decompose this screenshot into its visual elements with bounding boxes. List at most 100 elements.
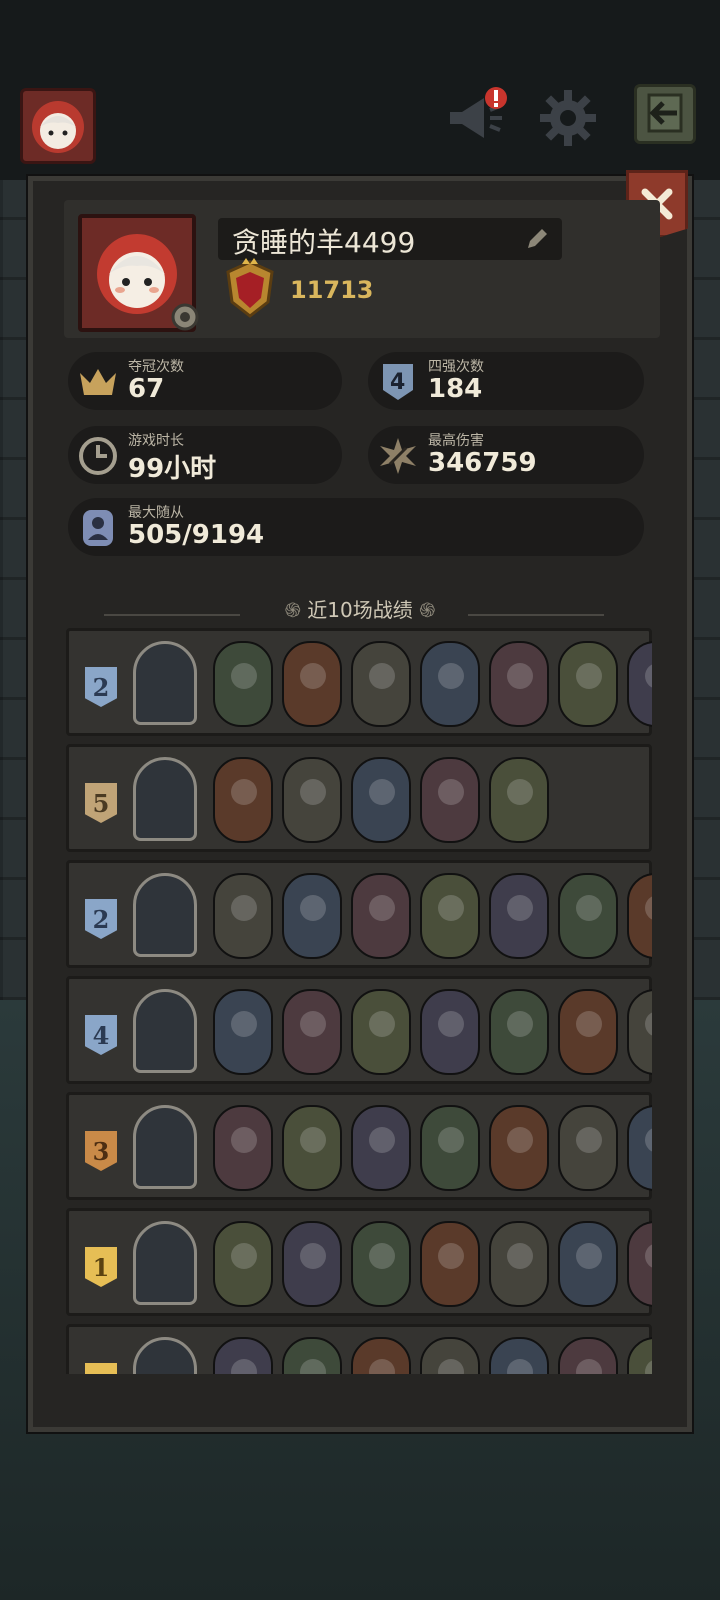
stat-value: 184 <box>428 374 483 404</box>
minion-card[interactable] <box>489 989 549 1075</box>
match-row[interactable]: 2 <box>66 860 652 968</box>
stat-label: 最大随从 <box>128 505 184 521</box>
minion-card[interactable] <box>282 757 342 843</box>
minion-card[interactable] <box>627 1221 652 1307</box>
minion-card[interactable] <box>558 1221 618 1307</box>
stat-label: 最高伤害 <box>428 433 484 449</box>
megaphone-icon <box>450 87 507 138</box>
exit-button[interactable] <box>634 84 696 144</box>
stat-label: 游戏时长 <box>128 433 184 449</box>
match-row[interactable]: 1 <box>66 1208 652 1316</box>
placement-badge: 1 <box>85 1247 117 1287</box>
match-row[interactable] <box>66 1324 652 1374</box>
match-row[interactable]: 5 <box>66 744 652 852</box>
top4-shield-icon: 4 <box>376 360 420 404</box>
stat-playtime: 游戏时长 99小时 <box>68 426 342 484</box>
minion-card[interactable] <box>213 1105 273 1191</box>
minion-card[interactable] <box>420 1105 480 1191</box>
minion-card[interactable] <box>351 1221 411 1307</box>
minion-card[interactable] <box>213 757 273 843</box>
minion-card[interactable] <box>213 1337 273 1374</box>
minion-card[interactable] <box>558 1337 618 1374</box>
top-avatar-button[interactable] <box>20 88 96 164</box>
minion-card[interactable] <box>420 641 480 727</box>
placement-badge: 5 <box>85 783 117 823</box>
minion-card[interactable] <box>627 989 652 1075</box>
announcement-button[interactable] <box>444 86 508 150</box>
stat-max-minions: 最大随从 505/9194 <box>68 498 644 556</box>
edit-name-button[interactable] <box>524 226 550 256</box>
minion-card[interactable] <box>558 1105 618 1191</box>
minion-card[interactable] <box>558 641 618 727</box>
minion-card[interactable] <box>627 1337 652 1374</box>
stat-value: 99小时 <box>128 454 217 484</box>
minion-card[interactable] <box>627 1105 652 1191</box>
player-name: 贪睡的羊4499 <box>232 226 416 259</box>
minion-card[interactable] <box>282 1105 342 1191</box>
crown-shield-icon <box>226 258 274 318</box>
stat-value: 505/9194 <box>128 520 265 550</box>
gear-icon <box>540 90 596 146</box>
minion-card[interactable] <box>489 1337 549 1374</box>
match-history-list[interactable]: 2 5 2 4 3 1 <box>66 628 652 1374</box>
stat-value: 346759 <box>428 448 537 478</box>
minion-card[interactable] <box>213 873 273 959</box>
minion-card[interactable] <box>420 757 480 843</box>
minion-card[interactable] <box>420 989 480 1075</box>
stat-value: 67 <box>128 374 165 404</box>
match-row[interactable]: 3 <box>66 1092 652 1200</box>
stat-championships: 夺冠次数 67 <box>68 352 342 410</box>
minion-card[interactable] <box>351 1337 411 1374</box>
hero-portrait[interactable] <box>133 1221 197 1305</box>
minion-card[interactable] <box>282 873 342 959</box>
minion-card[interactable] <box>489 873 549 959</box>
stat-label: 四强次数 <box>428 359 484 375</box>
minion-card[interactable] <box>489 1221 549 1307</box>
minion-card[interactable] <box>420 1337 480 1374</box>
settings-button[interactable] <box>536 86 600 150</box>
placement-badge: 4 <box>85 1015 117 1055</box>
gear-icon[interactable] <box>170 302 200 332</box>
minion-card[interactable] <box>213 989 273 1075</box>
minion-card[interactable] <box>213 641 273 727</box>
minion-card[interactable] <box>489 641 549 727</box>
minion-card[interactable] <box>489 1105 549 1191</box>
placement-badge: 2 <box>85 667 117 707</box>
swirl-icon: ֍ <box>419 598 436 622</box>
minion-card[interactable] <box>213 1221 273 1307</box>
minion-card[interactable] <box>282 1337 342 1374</box>
minion-card[interactable] <box>489 757 549 843</box>
swirl-icon: ֍ <box>284 598 308 622</box>
minion-card[interactable] <box>420 873 480 959</box>
hero-portrait[interactable] <box>133 873 197 957</box>
hero-portrait[interactable] <box>133 641 197 725</box>
minion-card[interactable] <box>558 873 618 959</box>
minion-card[interactable] <box>351 989 411 1075</box>
minion-card[interactable] <box>282 989 342 1075</box>
player-avatar-icon <box>32 101 84 153</box>
minion-card[interactable] <box>420 1221 480 1307</box>
match-row[interactable]: 2 <box>66 628 652 736</box>
minion-card[interactable] <box>351 757 411 843</box>
placement-badge: 2 <box>85 899 117 939</box>
burst-sword-icon <box>376 434 420 478</box>
minion-card[interactable] <box>627 873 652 959</box>
minion-card[interactable] <box>351 1105 411 1191</box>
hero-portrait[interactable] <box>133 1105 197 1189</box>
rank-score: 11713 <box>290 276 374 304</box>
stat-top4: 4 四强次数 184 <box>368 352 644 410</box>
minion-card[interactable] <box>351 873 411 959</box>
hero-portrait[interactable] <box>133 989 197 1073</box>
exit-arrow-icon <box>647 93 683 133</box>
hero-portrait[interactable] <box>133 1337 197 1374</box>
minion-card[interactable] <box>282 1221 342 1307</box>
match-row[interactable]: 4 <box>66 976 652 1084</box>
svg-text:4: 4 <box>390 370 405 395</box>
minion-card[interactable] <box>558 989 618 1075</box>
background-top <box>0 0 720 180</box>
minion-card[interactable] <box>282 641 342 727</box>
hero-portrait[interactable] <box>133 757 197 841</box>
profile-avatar[interactable] <box>78 214 199 332</box>
minion-card[interactable] <box>627 641 652 727</box>
minion-card[interactable] <box>351 641 411 727</box>
